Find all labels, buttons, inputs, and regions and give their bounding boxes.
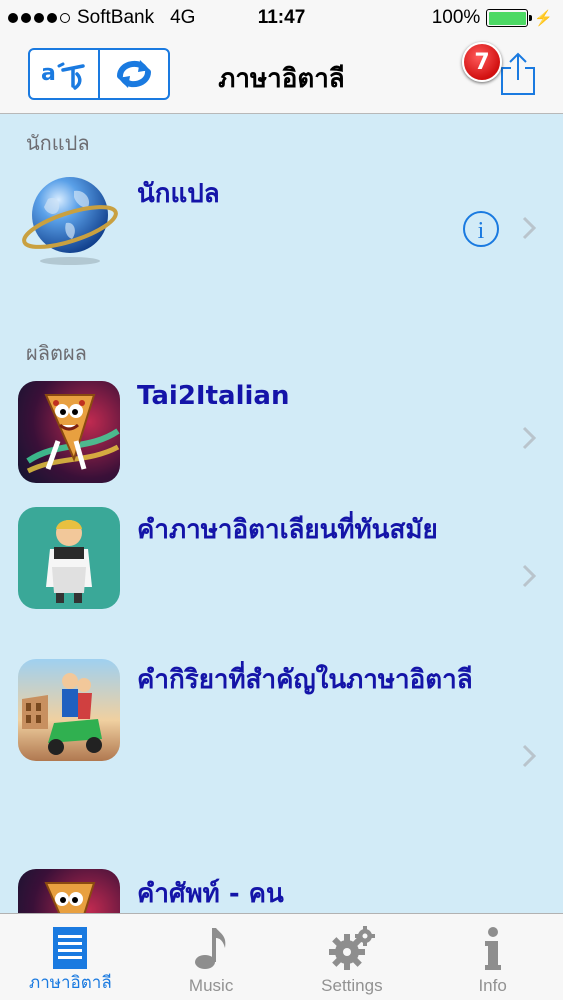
section-header-products: ผลิตผล — [26, 341, 87, 365]
info-button[interactable]: i — [461, 209, 501, 253]
row-title: คำภาษาอิตาเลียนที่ทันสมัย — [137, 515, 438, 545]
tab-bar: ภาษาอิตาลี Music Settings Info — [0, 913, 563, 1000]
chef-icon — [18, 507, 120, 609]
globe-icon — [18, 169, 120, 271]
tab-label: Music — [188, 976, 234, 995]
list-item[interactable]: Tai2Italian — [0, 377, 563, 495]
pizza-character-icon — [18, 869, 120, 913]
chevron-right-icon — [520, 215, 538, 245]
section-header-translator: นักแปล — [26, 131, 90, 155]
tab-info[interactable]: Info — [422, 914, 563, 1000]
row-title: คำศัพท์ - คน — [137, 879, 284, 909]
info-circle-icon: i — [463, 211, 499, 247]
tab-settings[interactable]: Settings — [282, 914, 423, 1000]
table-view[interactable]: นักแปล นักแปล i ผลิตผล Tai2Italian คำภาษ… — [0, 115, 563, 913]
navigation-bar: a ภาษาอิตาลี 7 — [0, 36, 563, 114]
list-item[interactable]: คำศัพท์ - คน — [0, 865, 563, 913]
list-item[interactable]: คำกิริยาที่สำคัญในภาษาอิตาลี — [0, 655, 563, 855]
gear-icon — [327, 924, 377, 972]
row-title: Tai2Italian — [137, 381, 290, 411]
notification-badge[interactable]: 7 — [462, 42, 502, 82]
svg-text:i: i — [478, 218, 485, 244]
pizza-character-icon — [18, 381, 120, 483]
tab-label: ภาษาอิตาลี — [29, 973, 112, 992]
tab-music[interactable]: Music — [141, 914, 282, 1000]
colosseum-scooter-icon — [18, 659, 120, 761]
status-bar: SoftBank 4G 11:47 100% ⚡ — [0, 0, 563, 36]
row-title: คำกิริยาที่สำคัญในภาษาอิตาลี — [137, 665, 473, 695]
chevron-right-icon — [520, 563, 538, 593]
battery-percent: 100% — [431, 7, 481, 28]
list-item[interactable]: คำภาษาอิตาเลียนที่ทันสมัย — [0, 505, 563, 645]
list-item[interactable]: นักแปล i — [0, 165, 563, 325]
status-right: 100% ⚡ — [432, 7, 553, 29]
chevron-right-icon — [520, 425, 538, 455]
battery-icon — [486, 9, 533, 27]
charging-icon: ⚡ — [534, 10, 553, 27]
row-title: นักแปล — [137, 179, 220, 209]
tab-label: Settings — [321, 976, 383, 995]
share-icon — [501, 52, 535, 95]
music-note-icon — [191, 924, 231, 972]
share-button[interactable] — [498, 50, 538, 102]
chevron-right-icon — [520, 743, 538, 773]
list-icon — [52, 924, 88, 972]
tab-italian[interactable]: ภาษาอิตาลี — [0, 914, 141, 1000]
info-icon — [483, 924, 503, 972]
tab-label: Info — [478, 976, 507, 995]
